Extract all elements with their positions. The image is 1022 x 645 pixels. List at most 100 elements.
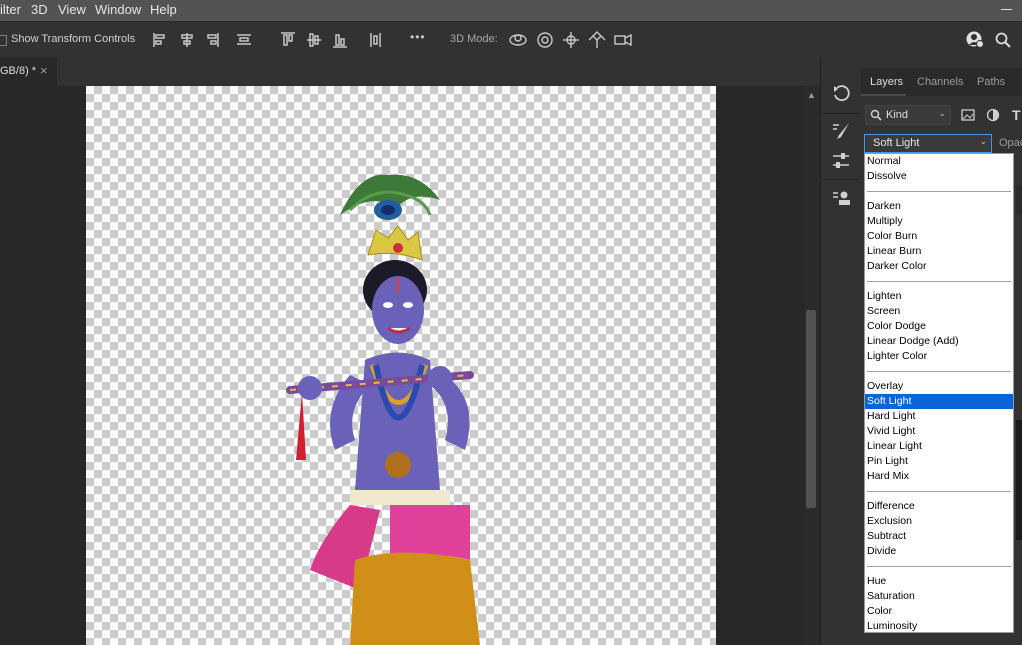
minimize-button[interactable] (1001, 9, 1012, 10)
align-right-edges-icon (207, 33, 219, 47)
blend-mode-option-label: Linear Dodge (Add) (867, 335, 959, 347)
more-options-icon[interactable]: ••• (410, 30, 426, 44)
blend-mode-option-label: Linear Light (867, 440, 922, 452)
blend-mode-option[interactable]: Color Dodge (865, 319, 1013, 334)
blend-mode-option[interactable]: Dissolve (865, 169, 1013, 184)
blend-mode-option-label: Exclusion (867, 515, 912, 527)
align-horizontal-centers-icon (181, 33, 193, 47)
blend-mode-option-label: Subtract (867, 530, 907, 542)
panel-tabs: Layers Channels Paths (861, 68, 1022, 96)
menu-help[interactable]: Help (150, 2, 177, 17)
tab-paths[interactable]: Paths (977, 76, 1005, 88)
user-account-icon[interactable] (966, 31, 984, 49)
blend-mode-option-label: Darken (867, 200, 901, 212)
blend-mode-option[interactable]: Darker Color (865, 259, 1013, 274)
blend-mode-option[interactable]: Lighter Color (865, 349, 1013, 364)
blend-mode-option-label: Divide (867, 545, 897, 557)
blend-mode-option[interactable]: Linear Light (865, 439, 1013, 454)
document-tab[interactable]: GB/8) * × (0, 57, 57, 86)
blend-mode-option[interactable]: Pin Light (865, 454, 1013, 469)
filter-adjustment-layer-icon[interactable] (986, 108, 1000, 122)
blend-mode-option[interactable]: Hue (865, 574, 1013, 589)
3d-mode-label: 3D Mode: (450, 33, 498, 45)
blend-mode-option-label: Hard Mix (867, 470, 910, 482)
layer-filter-kind-select[interactable]: Kind ⌄ (865, 105, 951, 125)
blend-mode-separator (867, 371, 1011, 372)
blend-mode-option[interactable]: Overlay (865, 379, 1013, 394)
blend-mode-option-label: Multiply (867, 215, 903, 227)
tab-layers[interactable]: Layers (870, 76, 903, 88)
blend-mode-option-label: Soft Light (867, 395, 912, 407)
menu-view[interactable]: View (58, 2, 86, 17)
blend-mode-select[interactable]: Soft Light ⌄ (864, 134, 992, 153)
blend-mode-option[interactable]: Lighten (865, 289, 1013, 304)
blend-mode-option-label: Saturation (867, 590, 915, 602)
orbit-3d-icon (509, 34, 527, 46)
blend-mode-option-label: Screen (867, 305, 901, 317)
menu-bar: ilter 3D View Window Help (0, 0, 1022, 21)
blend-mode-option-label: Hard Light (867, 410, 916, 422)
filter-kind-label: Kind (886, 109, 909, 121)
blend-mode-option-label: Linear Burn (867, 245, 922, 257)
opacity-label: Opac (999, 137, 1022, 149)
adjustments-icon[interactable] (831, 151, 851, 171)
blend-mode-option[interactable]: Darken (865, 199, 1013, 214)
blend-mode-option[interactable]: Vivid Light (865, 424, 1013, 439)
blend-mode-option[interactable]: Saturation (865, 589, 1013, 604)
distribute-horizontal-icon (370, 33, 381, 47)
blend-mode-option-label: Color Dodge (867, 320, 926, 332)
clone-source-icon[interactable] (831, 189, 851, 209)
blend-mode-option[interactable]: Divide (865, 544, 1013, 559)
blend-mode-option[interactable]: Color Burn (865, 229, 1013, 244)
blend-mode-option[interactable]: Screen (865, 304, 1013, 319)
align-icons-group (153, 32, 381, 48)
filter-type-layer-icon[interactable]: T (1012, 107, 1021, 123)
blend-mode-option-label: Normal (867, 155, 901, 167)
blend-mode-option-label: Luminosity (867, 620, 918, 632)
align-left-edges-icon (153, 33, 165, 47)
blend-mode-option[interactable]: Normal (865, 154, 1013, 169)
blend-mode-separator (867, 491, 1011, 492)
blend-mode-option-label: Color Burn (867, 230, 918, 242)
filter-pixel-layer-icon[interactable] (961, 109, 975, 121)
blend-mode-option[interactable]: Linear Dodge (Add) (865, 334, 1013, 349)
blend-mode-option[interactable]: Multiply (865, 214, 1013, 229)
show-transform-checkbox[interactable] (0, 35, 7, 46)
blend-mode-option[interactable]: Soft Light (865, 394, 1013, 409)
brush-settings-icon[interactable] (831, 121, 851, 141)
active-tab-indicator (861, 94, 906, 96)
blend-mode-option-label: Lighten (867, 290, 902, 302)
blend-mode-option[interactable]: Color (865, 604, 1013, 619)
blend-mode-option[interactable]: Difference (865, 499, 1013, 514)
blend-mode-value: Soft Light (873, 137, 920, 149)
blend-mode-option[interactable]: Hard Light (865, 409, 1013, 424)
blend-mode-option[interactable]: Linear Burn (865, 244, 1013, 259)
menu-3d[interactable]: 3D (31, 2, 48, 17)
costumed-child-image (286, 174, 480, 645)
menu-filter[interactable]: ilter (0, 2, 21, 17)
blend-mode-option-label: Vivid Light (867, 425, 916, 437)
peacock-feather (340, 174, 440, 220)
blend-mode-option[interactable]: Luminosity (865, 619, 1013, 634)
options-bar: Show Transform Controls ••• 3D Mode: (0, 21, 1022, 58)
blend-mode-option[interactable]: Hard Mix (865, 469, 1013, 484)
blend-mode-option[interactable]: Subtract (865, 529, 1013, 544)
dock-divider (823, 179, 858, 180)
close-tab-icon[interactable]: × (40, 63, 48, 78)
menu-window[interactable]: Window (95, 2, 141, 17)
search-icon[interactable] (995, 32, 1011, 48)
document-tab-bar (0, 57, 820, 86)
blend-mode-option[interactable]: Exclusion (865, 514, 1013, 529)
blend-mode-option-label: Darker Color (867, 260, 927, 272)
search-icon (870, 109, 882, 121)
slide-3d-icon (588, 31, 606, 48)
tab-channels[interactable]: Channels (917, 76, 963, 88)
scroll-up-arrow-icon[interactable]: ▲ (807, 90, 816, 100)
history-icon[interactable] (831, 83, 851, 103)
dock-divider (823, 113, 858, 114)
align-vertical-centers-icon (307, 33, 321, 47)
scale-3d-icon (614, 33, 632, 47)
document-tab-title: GB/8) * (0, 65, 37, 77)
scrollbar-thumb[interactable] (806, 310, 816, 508)
align-top-edges-icon (281, 32, 295, 46)
